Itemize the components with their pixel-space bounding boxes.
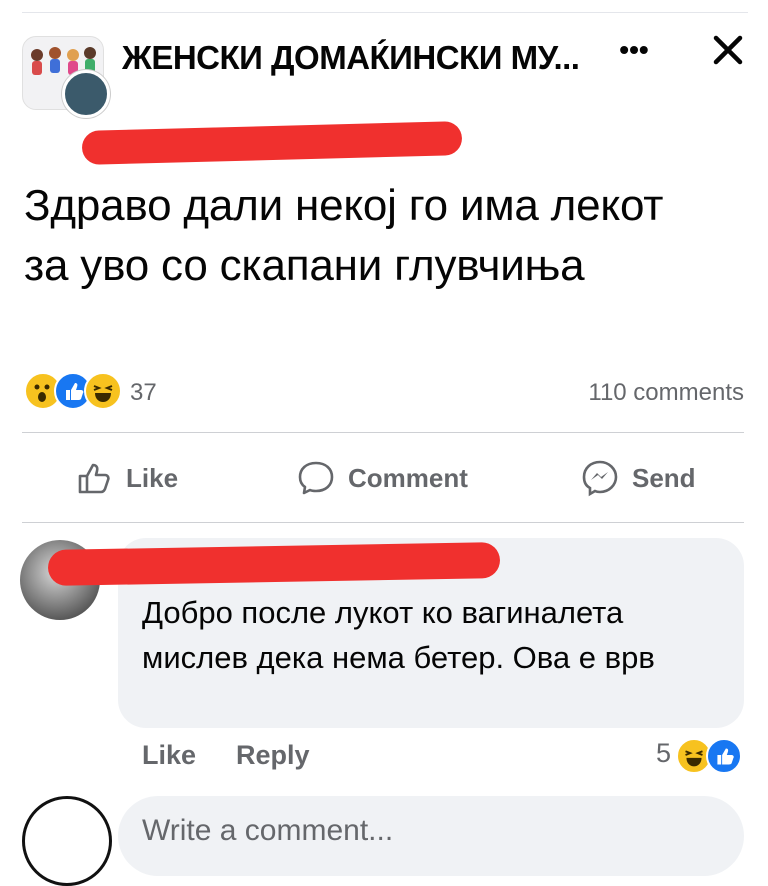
messenger-icon bbox=[582, 460, 618, 497]
like-button[interactable]: Like bbox=[74, 456, 178, 500]
comment-reply-button[interactable]: Reply bbox=[236, 740, 310, 771]
thumbs-up-icon bbox=[78, 463, 110, 494]
send-label: Send bbox=[632, 462, 696, 493]
group-name[interactable]: ЖЕНСКИ ДОМАЌИНСКИ МУ... bbox=[122, 36, 582, 80]
current-user-avatar[interactable] bbox=[22, 796, 112, 886]
comment-like-button[interactable]: Like bbox=[142, 740, 196, 771]
comment-label: Comment bbox=[348, 462, 468, 493]
like-label: Like bbox=[126, 462, 179, 493]
comment-actions: Like Reply bbox=[142, 740, 310, 771]
comment-text: Добро после лукот ко вагиналета мислев д… bbox=[142, 595, 655, 675]
like-reaction-icon bbox=[706, 738, 742, 774]
more-options-icon[interactable]: ••• bbox=[612, 34, 656, 65]
close-icon[interactable] bbox=[708, 30, 748, 70]
post-text: Здраво дали некој го има лекот за уво со… bbox=[24, 181, 664, 290]
write-comment-placeholder: Write a comment... bbox=[142, 814, 394, 847]
comment-reaction-count[interactable]: 5 bbox=[656, 738, 671, 769]
comment-button[interactable]: Comment bbox=[296, 456, 468, 500]
send-button[interactable]: Send bbox=[580, 456, 696, 500]
divider bbox=[22, 522, 744, 523]
reaction-count[interactable]: 37 bbox=[130, 379, 157, 407]
top-divider bbox=[22, 12, 748, 13]
poster-avatar[interactable] bbox=[62, 70, 110, 118]
divider bbox=[22, 432, 744, 433]
redaction-mark-author bbox=[81, 121, 463, 165]
comments-count[interactable]: 110 comments bbox=[520, 379, 744, 407]
comment-bubble-icon bbox=[298, 461, 334, 495]
haha-reaction-icon bbox=[84, 372, 122, 410]
